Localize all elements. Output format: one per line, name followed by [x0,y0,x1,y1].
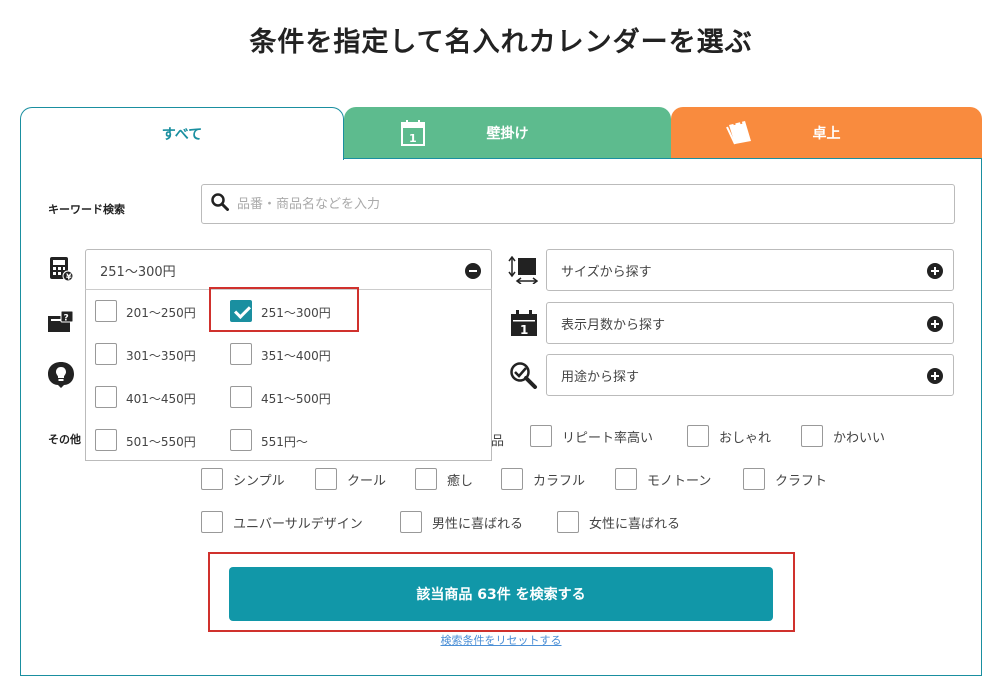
svg-text:1: 1 [409,132,417,145]
svg-text:?: ? [64,314,69,324]
misc-option[interactable]: かわいい [801,425,885,447]
misc-option[interactable]: クール [315,468,386,490]
misc-option[interactable]: リピート率高い [530,425,653,447]
price-option-label: 501〜550円 [126,435,196,449]
price-option-checkbox[interactable] [230,429,252,451]
misc-option[interactable]: シンプル [201,468,285,490]
misc-checkbox[interactable] [315,468,337,490]
price-option-label: 451〜500円 [261,392,331,406]
wall-calendar-icon: 1 [400,119,426,151]
price-option-label: 201〜250円 [126,306,196,320]
misc-option-label: おしゃれ [719,430,772,446]
misc-checkbox[interactable] [400,511,422,533]
price-option-checkbox[interactable] [95,386,117,408]
price-option-label: 301〜350円 [126,349,196,363]
misc-option-label: かわいい [833,430,886,446]
misc-checkbox[interactable] [201,468,223,490]
misc-checkbox[interactable] [415,468,437,490]
price-option-label: 401〜450円 [126,392,196,406]
misc-checkbox[interactable] [743,468,765,490]
price-option-checkbox[interactable] [95,300,117,322]
misc-option-label: カラフル [533,473,586,489]
plus-circle-icon[interactable] [927,316,943,336]
misc-checkbox[interactable] [687,425,709,447]
misc-option[interactable]: カラフル [501,468,585,490]
usage-select-label: 用途から探す [561,369,640,385]
misc-option[interactable]: 癒し [415,468,473,490]
tab-all-label: すべて [161,127,203,143]
misc-label: その他 [48,431,81,447]
misc-option[interactable]: ユニバーサルデザイン [201,511,363,533]
highlight-search-button [208,552,795,632]
misc-option-label: 女性に喜ばれる [589,516,681,532]
usage-search-icon [509,361,539,393]
tab-wall[interactable]: 1 壁掛け [344,107,671,159]
misc-checkbox[interactable] [501,468,523,490]
misc-checkbox[interactable] [801,425,823,447]
misc-option[interactable]: モノトーン [615,468,711,490]
page-title: 条件を指定して名入れカレンダーを選ぶ [249,27,753,58]
price-option-checkbox[interactable] [95,429,117,451]
price-option-checkbox[interactable] [230,386,252,408]
misc-option-label: クール [347,473,387,489]
size-select[interactable]: サイズから探す [546,249,954,291]
price-option-checkbox[interactable] [230,343,252,365]
keyword-input[interactable] [237,196,917,212]
idea-bulb-icon [47,361,75,393]
desk-calendar-icon [725,118,753,149]
misc-option-label: ユニバーサルデザイン [233,516,363,532]
months-select[interactable]: 表示月数から探す [546,302,954,344]
minus-circle-icon[interactable] [465,263,481,283]
months-select-label: 表示月数から探す [561,317,666,333]
price-option-label: 351〜400円 [261,349,331,363]
misc-option-label: 男性に喜ばれる [432,516,524,532]
price-option-checkbox[interactable] [95,343,117,365]
highlight-selected-option [209,287,359,332]
price-option-label: 551円〜 [261,435,308,449]
size-icon [508,255,539,288]
misc-option[interactable]: おしゃれ [687,425,771,447]
misc-partial-label: 品 [491,434,505,449]
keyword-search-box[interactable] [201,184,955,224]
misc-option[interactable]: 女性に喜ばれる [557,511,680,533]
calculator-icon: ¥ [48,256,74,286]
usage-select[interactable]: 用途から探す [546,354,954,396]
plus-circle-icon[interactable] [927,368,943,388]
tab-desk[interactable]: 卓上 [671,107,982,159]
material-icon: ? [47,310,75,338]
misc-label-text: その他 [48,433,81,446]
monthly-calendar-icon: 1 [510,309,538,341]
price-selected-value: 251〜300円 [100,264,176,280]
plus-circle-icon[interactable] [927,263,943,283]
misc-option[interactable]: クラフト [743,468,827,490]
search-icon [211,193,229,215]
misc-checkbox[interactable] [557,511,579,533]
reset-conditions-link[interactable]: 検索条件をリセットする [0,632,1002,648]
misc-option-label: シンプル [233,473,285,489]
misc-checkbox[interactable] [530,425,552,447]
keyword-label: キーワード検索 [48,203,125,216]
tab-wall-label: 壁掛け [486,126,529,142]
misc-option-label: リピート率高い [562,430,654,446]
misc-option-label: クラフト [775,473,828,489]
size-select-label: サイズから探す [561,264,652,280]
misc-checkbox[interactable] [201,511,223,533]
misc-checkbox[interactable] [615,468,637,490]
svg-text:1: 1 [520,323,528,337]
price-select[interactable]: 251〜300円 [85,249,492,291]
svg-text:¥: ¥ [66,273,72,282]
tab-all[interactable]: すべて [20,107,344,160]
tab-desk-label: 卓上 [812,126,841,142]
misc-option-label: 癒し [447,473,474,489]
misc-option-label: モノトーン [647,473,712,489]
misc-option[interactable]: 男性に喜ばれる [400,511,523,533]
